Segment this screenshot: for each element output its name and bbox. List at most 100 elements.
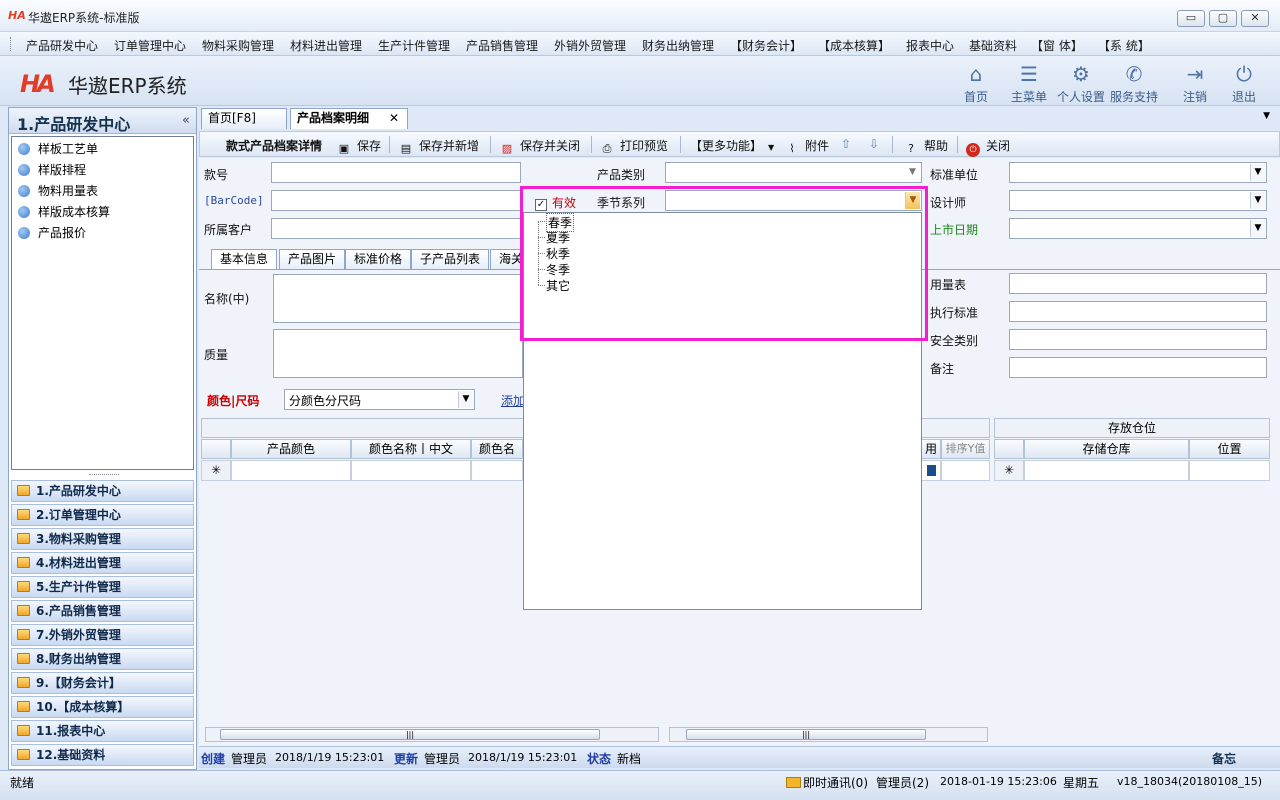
nav-module[interactable]: 7.外销外贸管理 [11, 624, 194, 646]
close-form-button[interactable]: ⏻ 关闭 [966, 137, 1010, 157]
menu-production[interactable]: 生产计件管理 [378, 37, 450, 54]
panel-splitter[interactable] [89, 474, 119, 477]
print-preview-button[interactable]: ⎙ 打印预览 [600, 137, 668, 156]
horizontal-scrollbar[interactable]: ||| [205, 727, 659, 742]
menu-basic-data[interactable]: 基础资料 [969, 37, 1017, 54]
grid-cell[interactable] [1024, 460, 1189, 481]
barcode-input[interactable] [271, 190, 521, 211]
memo-button[interactable]: 备忘 [1212, 750, 1236, 767]
collapse-icon[interactable]: « [182, 113, 190, 128]
menu-system[interactable]: 【系 统】 [1098, 37, 1150, 54]
tree-item[interactable]: 物料用量表 [18, 182, 98, 200]
menu-accounting[interactable]: 【财务会计】 [730, 37, 802, 54]
customer-input[interactable] [271, 218, 521, 239]
category-select[interactable]: ▼ [665, 162, 922, 183]
tree-item[interactable]: 样版排程 [18, 161, 86, 179]
scroll-thumb[interactable]: ||| [686, 729, 926, 740]
tab-home[interactable]: 首页[F8] [201, 108, 287, 129]
col-product-color[interactable]: 产品颜色 [231, 439, 351, 459]
subtab-basic-info[interactable]: 基本信息 [211, 249, 278, 269]
menu-costing[interactable]: 【成本核算】 [818, 37, 890, 54]
grid-cell[interactable] [351, 460, 471, 481]
dropdown-option[interactable]: 冬季 [546, 261, 570, 278]
move-down-icon[interactable]: ⇩ [869, 137, 879, 151]
move-up-icon[interactable]: ⇧ [841, 137, 851, 151]
close-tab-icon[interactable]: ✕ [389, 109, 399, 128]
grid-cell[interactable] [231, 460, 351, 481]
color-mode-select[interactable]: 分颜色分尺码 ▼ [284, 389, 475, 410]
nav-module[interactable]: 10.【成本核算】 [11, 696, 194, 718]
grid-cell[interactable] [941, 460, 990, 481]
tab-list-dropdown-icon[interactable]: ▼ [1263, 111, 1270, 121]
menu-reports[interactable]: 报表中心 [906, 37, 954, 54]
horizontal-scrollbar[interactable]: ||| [669, 727, 988, 742]
nav-module[interactable]: 11.报表中心 [11, 720, 194, 742]
menu-materials[interactable]: 材料进出管理 [290, 37, 362, 54]
im-button[interactable]: 即时通讯(0) [786, 774, 868, 791]
unit-select[interactable]: ▼ [1009, 162, 1267, 183]
nav-module[interactable]: 3.物料采购管理 [11, 528, 194, 550]
safety-input[interactable] [1009, 329, 1267, 350]
nav-module[interactable]: 1.产品研发中心 [11, 480, 194, 502]
dropdown-option[interactable]: 其它 [546, 277, 570, 294]
tree-item[interactable]: 样板工艺单 [18, 140, 98, 158]
col-position[interactable]: 位置 [1189, 439, 1270, 459]
help-button[interactable]: ? 帮助 [904, 137, 948, 156]
maximize-button[interactable]: ▢ [1209, 10, 1237, 27]
dropdown-option[interactable]: 秋季 [546, 245, 570, 262]
col-color-name[interactable]: 颜色名 [471, 439, 523, 459]
attach-button[interactable]: ⌇ 附件 [785, 137, 829, 156]
main-menu-button[interactable]: ☰ 主菜单 [1004, 62, 1054, 105]
tree-item[interactable]: 样版成本核算 [18, 203, 110, 221]
nav-module[interactable]: 12.基础资料 [11, 744, 194, 766]
menu-window[interactable]: 【窗 体】 [1031, 37, 1083, 54]
logout-button[interactable]: ⇥ 注销 [1170, 62, 1220, 105]
scroll-thumb[interactable]: ||| [220, 729, 600, 740]
save-button[interactable]: ▣ 保存 [337, 137, 381, 156]
tab-product-detail[interactable]: 产品档案明细 ✕ [290, 108, 408, 129]
valid-checkbox[interactable]: ✓ 有效 [535, 194, 576, 211]
more-functions-button[interactable]: 【更多功能】 ▼ [690, 137, 774, 154]
menu-rnd[interactable]: 产品研发中心 [26, 37, 98, 54]
grid-cell[interactable] [921, 460, 941, 481]
save-new-button[interactable]: ▤ 保存并新增 [399, 137, 479, 156]
col-warehouse[interactable]: 存储仓库 [1024, 439, 1189, 459]
nav-module[interactable]: 2.订单管理中心 [11, 504, 194, 526]
menu-sales[interactable]: 产品销售管理 [466, 37, 538, 54]
nav-module[interactable]: 8.财务出纳管理 [11, 648, 194, 670]
menu-cashier[interactable]: 财务出纳管理 [642, 37, 714, 54]
subtab-standard-price[interactable]: 标准价格 [345, 249, 412, 269]
close-window-button[interactable]: ✕ [1241, 10, 1269, 27]
name-cn-input[interactable] [273, 274, 523, 323]
launch-date-select[interactable]: ▼ [1009, 218, 1267, 239]
designer-select[interactable]: ▼ [1009, 190, 1267, 211]
menu-orders[interactable]: 订单管理中心 [114, 37, 186, 54]
nav-module[interactable]: 5.生产计件管理 [11, 576, 194, 598]
usage-input[interactable] [1009, 273, 1267, 294]
tree-item[interactable]: 产品报价 [18, 224, 86, 242]
save-close-button[interactable]: ▨ 保存并关闭 [500, 137, 580, 156]
dropdown-option[interactable]: 夏季 [546, 229, 570, 246]
grid-cell[interactable] [471, 460, 523, 481]
menu-export[interactable]: 外销外贸管理 [554, 37, 626, 54]
season-series-select[interactable]: ▼ [665, 190, 922, 211]
grid-cell[interactable] [1189, 460, 1270, 481]
service-support-button[interactable]: ✆ 服务支持 [1109, 62, 1159, 105]
minimize-button[interactable]: ▭ [1177, 10, 1205, 27]
subtab-product-images[interactable]: 产品图片 [279, 249, 346, 269]
col-enabled[interactable]: 用 [921, 439, 941, 459]
subtab-child-products[interactable]: 子产品列表 [411, 249, 490, 269]
personal-settings-button[interactable]: ⚙ 个人设置 [1056, 62, 1106, 105]
remark-input[interactable] [1009, 357, 1267, 378]
standard-input[interactable] [1009, 301, 1267, 322]
menu-purchase[interactable]: 物料采购管理 [202, 37, 274, 54]
home-button[interactable]: ⌂ 首页 [951, 62, 1001, 105]
style-no-input[interactable] [271, 162, 521, 183]
col-sort[interactable]: 排序Y值 [941, 439, 990, 459]
exit-button[interactable]: ⏻ 退出 [1219, 62, 1269, 105]
nav-module[interactable]: 6.产品销售管理 [11, 600, 194, 622]
col-color-name-cn[interactable]: 颜色名称丨中文 [351, 439, 471, 459]
dropdown-arrow-icon[interactable]: ▼ [905, 192, 920, 209]
nav-module[interactable]: 9.【财务会计】 [11, 672, 194, 694]
quality-input[interactable] [273, 329, 523, 378]
